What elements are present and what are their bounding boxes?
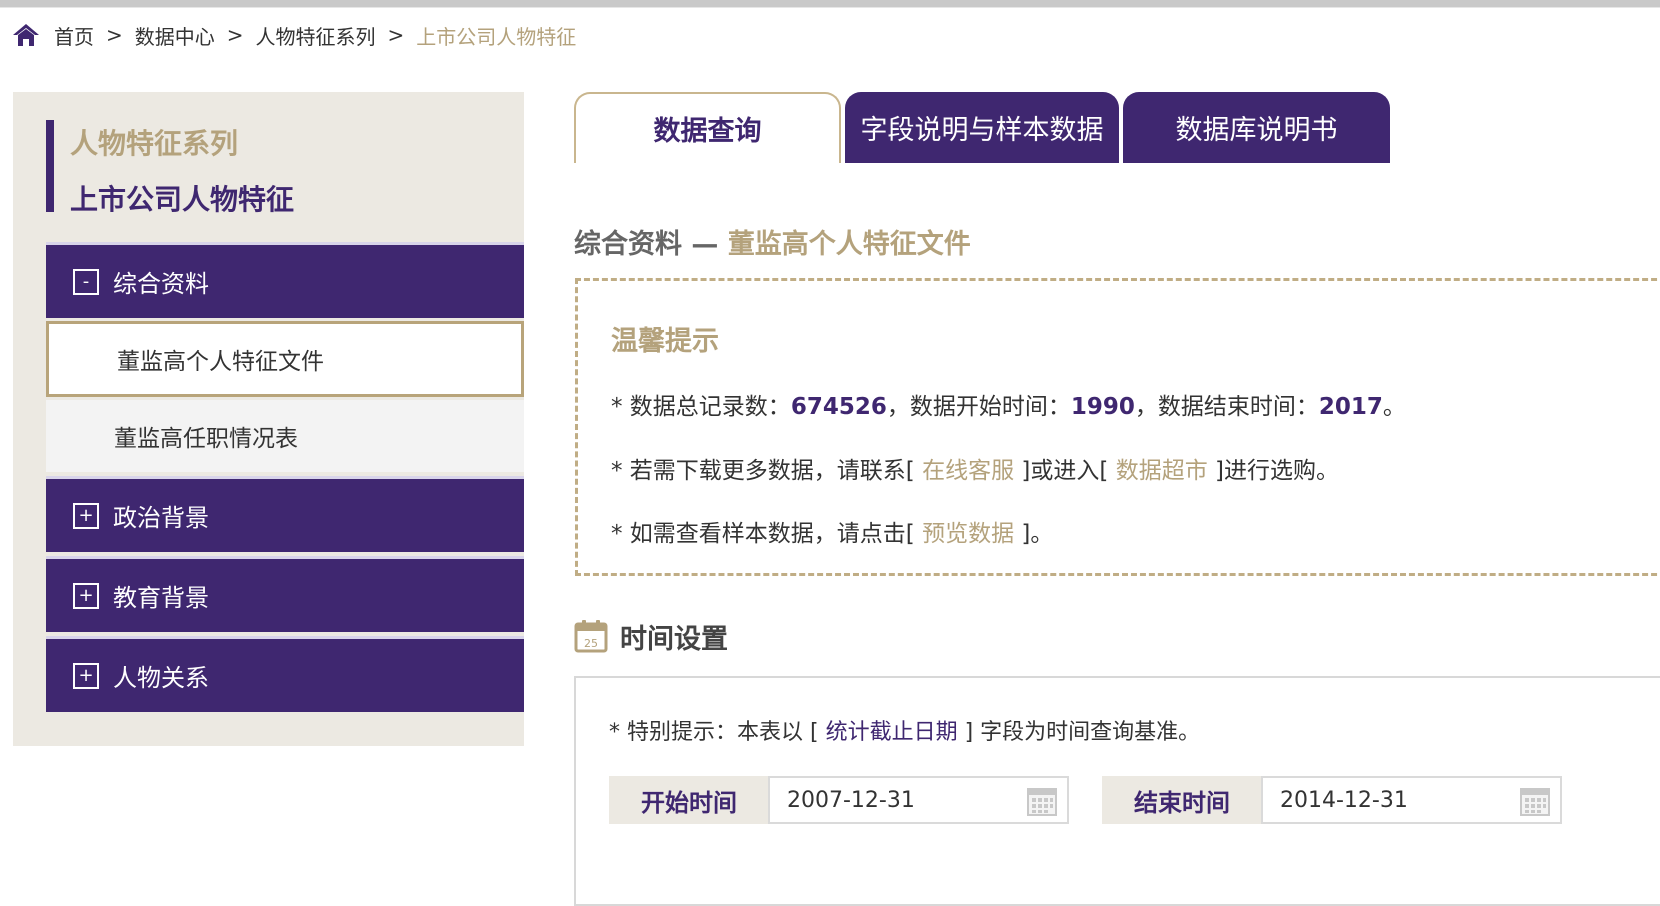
tab-field-description[interactable]: 字段说明与样本数据 [845,92,1119,163]
start-time-label: 开始时间 [609,776,769,824]
calendar-day-text: 25 [584,637,598,650]
sidebar-group-relations[interactable]: + 人物关系 [46,636,524,712]
top-divider [0,0,1660,8]
tab-database-manual[interactable]: 数据库说明书 [1123,92,1390,163]
time-tip: * 特别提示：本表以 [ 统计截止日期 ] 字段为时间查询基准。 [609,714,1200,746]
notice-text: * 数据总记录数： [611,394,791,420]
calendar-picker-icon[interactable] [1027,786,1057,816]
breadcrumb-current: 上市公司人物特征 [416,24,577,49]
sidebar-item-personal-features[interactable]: 董监高个人特征文件 [46,321,524,397]
sidebar-title-block: 人物特征系列 上市公司人物特征 [46,120,494,216]
notice-text: ]。 [1014,521,1054,547]
record-count: 674526 [790,394,887,420]
breadcrumb-separator: > [226,23,244,47]
home-icon[interactable] [12,22,40,48]
notice-record-summary: * 数据总记录数：674526，数据开始时间：1990，数据结束时间：2017。 [611,387,1406,421]
breadcrumb-separator: > [387,23,405,47]
section-title: 综合资料 — 董监高个人特征文件 [574,222,971,261]
sidebar-group-label: 综合资料 [113,270,209,298]
time-settings-panel: * 特别提示：本表以 [ 统计截止日期 ] 字段为时间查询基准。 开始时间 20… [574,676,1660,906]
notice-text: ，数据结束时间： [1134,394,1319,420]
sidebar-item-positions[interactable]: 董监高任职情况表 [46,400,524,472]
online-service-link[interactable]: 在线客服 [922,458,1014,484]
notice-text: ]进行选购。 [1207,458,1339,484]
notice-text: 。 [1382,394,1406,420]
end-date-value: 2014-12-31 [1280,787,1408,813]
preview-data-link[interactable]: 预览数据 [922,521,1014,547]
notice-text: ]或进入[ [1014,458,1116,484]
cutoff-date-field-link[interactable]: 统计截止日期 [826,720,958,745]
notice-text: * 如需查看样本数据，请点击[ [611,521,923,547]
sidebar-database-title: 上市公司人物特征 [70,183,295,216]
notice-text: * 若需下载更多数据，请联系[ [611,458,923,484]
calendar-picker-icon[interactable] [1520,786,1550,816]
breadcrumb: 首页 > 数据中心 > 人物特征系列 > 上市公司人物特征 [12,20,576,50]
sidebar-item-label: 董监高任职情况表 [114,426,298,452]
end-date-input[interactable]: 2014-12-31 [1261,776,1562,824]
section-title-prefix: 综合资料 — [574,229,728,260]
notice-download-info: * 若需下载更多数据，请联系[ 在线客服 ]或进入[ 数据超市 ]进行选购。 [611,451,1339,485]
sidebar-group-label: 政治背景 [113,504,209,532]
sidebar-item-label: 董监高个人特征文件 [117,349,324,375]
data-market-link[interactable]: 数据超市 [1116,458,1208,484]
collapse-icon[interactable]: - [73,268,99,295]
sidebar-group-education[interactable]: + 教育背景 [46,556,524,632]
breadcrumb-data-center[interactable]: 数据中心 [135,21,215,50]
sidebar: 人物特征系列 上市公司人物特征 - 综合资料 董监高个人特征文件 董监高任职情况… [13,92,524,746]
end-year: 2017 [1318,394,1383,420]
start-date-value: 2007-12-31 [787,787,915,813]
start-date-input[interactable]: 2007-12-31 [768,776,1069,824]
time-settings-header: 25 时间设置 [574,616,728,656]
expand-icon[interactable]: + [73,502,99,529]
tab-data-query[interactable]: 数据查询 [574,92,841,163]
notice-box: 温馨提示 * 数据总记录数：674526，数据开始时间：1990，数据结束时间：… [575,278,1660,576]
notice-preview-info: * 如需查看样本数据，请点击[ 预览数据 ]。 [611,514,1053,548]
sidebar-series-title[interactable]: 人物特征系列 [70,122,238,162]
expand-icon[interactable]: + [73,582,99,609]
sidebar-group-label: 人物关系 [113,664,209,692]
time-settings-title: 时间设置 [620,623,728,655]
section-title-highlight: 董监高个人特征文件 [727,229,971,260]
sidebar-group-political[interactable]: + 政治背景 [46,476,524,552]
start-year: 1990 [1070,394,1135,420]
breadcrumb-series[interactable]: 人物特征系列 [256,21,376,50]
expand-icon[interactable]: + [73,662,99,689]
notice-text: ，数据开始时间： [886,394,1071,420]
breadcrumb-separator: > [106,23,123,47]
calendar-icon: 25 [574,620,608,653]
breadcrumb-home[interactable]: 首页 [54,21,94,50]
end-time-label: 结束时间 [1102,776,1262,824]
sidebar-group-label: 教育背景 [113,584,209,612]
time-tip-text: * 特别提示：本表以 [ [609,720,826,745]
sidebar-group-comprehensive[interactable]: - 综合资料 [46,242,524,318]
time-tip-text: ] 字段为时间查询基准。 [957,720,1201,745]
notice-title: 温馨提示 [611,326,719,357]
